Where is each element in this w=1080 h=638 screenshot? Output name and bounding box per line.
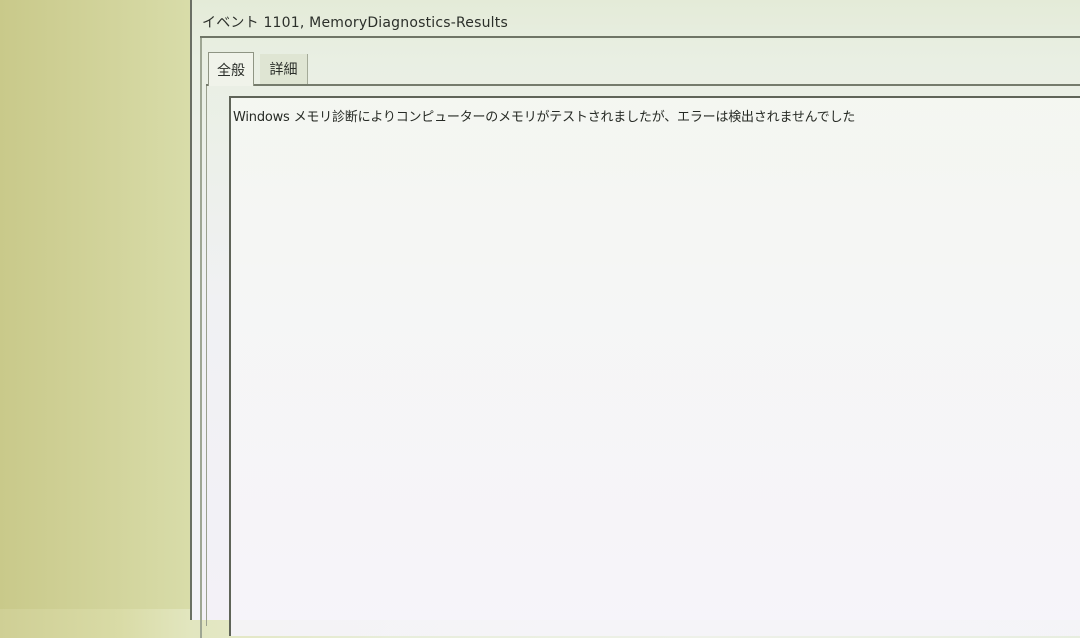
general-tab-panel: Windows メモリ診断によりコンピューターのメモリがテストされましたが、エラ… [206, 86, 1080, 636]
title-bar: イベント 1101, MemoryDiagnostics-Results [200, 8, 1080, 38]
tab-strip: 全般 詳細 [206, 50, 1080, 86]
tab-details[interactable]: 詳細 [260, 54, 308, 84]
tab-general[interactable]: 全般 [208, 52, 254, 86]
window-title: イベント 1101, MemoryDiagnostics-Results [202, 15, 508, 31]
event-message-text: Windows メモリ診断によりコンピューターのメモリがテストされましたが、エラ… [233, 110, 856, 125]
window-inner-edge [200, 38, 202, 638]
event-properties-window: イベント 1101, MemoryDiagnostics-Results 全般 … [190, 0, 1080, 638]
event-message-box[interactable]: Windows メモリ診断によりコンピューターのメモリがテストされましたが、エラ… [229, 96, 1080, 636]
monitor-bezel-area [0, 0, 190, 609]
